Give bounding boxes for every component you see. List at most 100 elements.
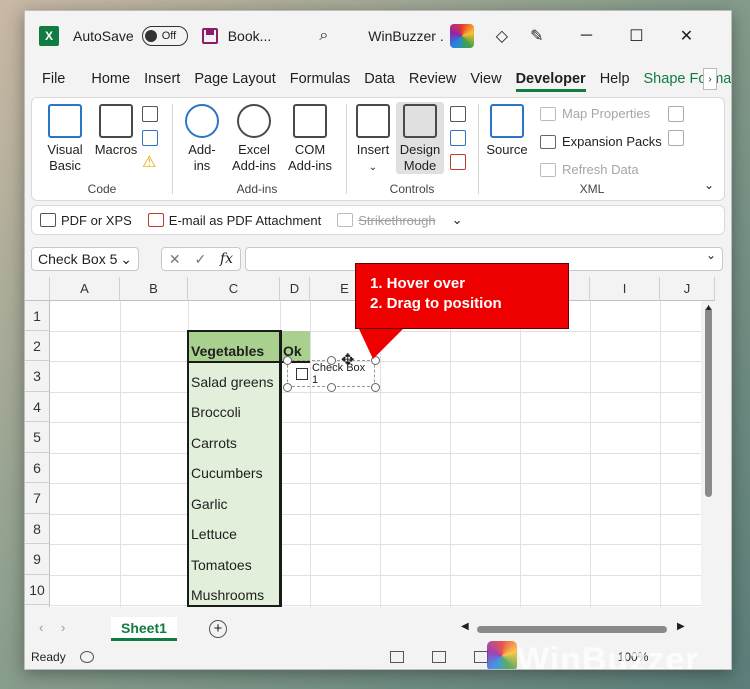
tab-view[interactable]: View [463,71,508,87]
sheet-scroll-right-icon[interactable]: › [61,620,65,635]
horizontal-scroll-thumb[interactable] [477,626,667,633]
run-dialog-icon[interactable] [450,154,466,170]
row-header[interactable]: 5 [25,422,50,453]
hscroll-left-icon[interactable]: ◀ [461,621,469,632]
close-button[interactable]: ✕ [661,26,711,46]
row-header[interactable]: 8 [25,514,50,544]
row-header[interactable]: 4 [25,392,50,422]
expand-formula-bar-icon[interactable]: ⌄ [706,248,716,262]
design-mode-button[interactable]: Design Mode [396,102,444,174]
table-cell-vegetable[interactable]: Garlic [188,483,280,514]
vertical-scroll-thumb[interactable] [705,307,712,497]
email-pdf-button[interactable]: E-mail as PDF Attachment [147,213,321,228]
customize-qat-icon[interactable]: ⌄ [452,212,463,228]
row-header[interactable]: 3 [25,361,50,392]
row-header[interactable]: 6 [25,453,50,483]
row-header[interactable]: 11 [25,605,50,607]
row-header[interactable]: 10 [25,575,50,605]
cancel-icon[interactable]: ✕ [169,251,181,268]
tabs-scroll-right-icon[interactable]: › [703,68,717,90]
table-cell-vegetable[interactable]: Lettuce [188,514,280,544]
maximize-button[interactable]: ☐ [611,26,661,46]
record-macro-icon[interactable] [142,106,158,122]
column-header[interactable]: C [188,277,280,301]
resize-handle[interactable] [283,383,292,392]
excel-add-ins-button[interactable]: Excel Add-ins [228,104,280,174]
column-header[interactable]: B [120,277,188,301]
map-properties-button[interactable]: Map Properties [540,106,650,121]
xml-source-button[interactable]: Source [484,104,530,158]
column-header[interactable]: A [50,277,120,301]
view-code-icon[interactable] [450,130,466,146]
pdf-xps-button[interactable]: PDF or XPS [40,213,132,228]
search-icon[interactable]: ⌕ [319,27,328,45]
properties-icon[interactable] [450,106,466,122]
resize-handle[interactable] [327,356,336,365]
email-pdf-icon [147,213,164,227]
row-header[interactable]: 1 [25,301,50,331]
strikethrough-button[interactable]: Strikethrough [337,213,436,228]
tab-file[interactable]: File [35,71,72,87]
tab-data[interactable]: Data [357,71,402,87]
normal-view-icon[interactable] [389,651,404,663]
column-header[interactable]: D [280,277,310,301]
com-add-ins-button[interactable]: COM Add-ins [284,104,336,174]
autosave-toggle[interactable]: Off [141,26,188,46]
table-cell-vegetable[interactable]: Cucumbers [188,453,280,483]
page-break-view-icon[interactable] [473,651,488,663]
tab-formulas[interactable]: Formulas [283,71,357,87]
tab-insert[interactable]: Insert [137,71,187,87]
workbook-name[interactable]: Book... [228,28,272,44]
relative-references-icon[interactable] [142,130,158,146]
table-header-vegetables[interactable]: Vegetables [188,331,280,361]
accessibility-icon[interactable] [79,651,94,663]
column-header[interactable]: J [660,277,715,301]
tab-page-layout[interactable]: Page Layout [187,71,282,87]
export-icon[interactable] [668,130,684,146]
checkbox-square[interactable] [296,367,308,380]
add-ins-button[interactable]: Add- ins [182,104,222,174]
visual-basic-button[interactable]: Visual Basic [44,104,86,174]
insert-function-icon[interactable]: fx [220,251,233,267]
tab-shape-format[interactable]: Shape Format [637,71,731,87]
tab-home[interactable]: Home [84,71,137,87]
row-header[interactable]: 9 [25,544,50,575]
expansion-packs-button[interactable]: Expansion Packs [540,134,662,149]
macro-security-icon[interactable]: ⚠ [142,152,156,172]
row-header[interactable]: 2 [25,331,50,361]
name-box[interactable]: Check Box 5 ⌄ [31,247,139,271]
insert-control-button[interactable]: Insert ⌄ [352,104,394,176]
page-layout-view-icon[interactable] [431,651,446,663]
table-cell-vegetable[interactable]: Salad greens [188,361,280,392]
sheet-scroll-left-icon[interactable]: ‹ [39,620,43,635]
table-cell-vegetable[interactable]: Mushrooms [188,575,280,605]
tab-help[interactable]: Help [593,71,637,87]
tab-developer[interactable]: Developer [509,71,593,92]
resize-handle[interactable] [327,383,336,392]
account-name[interactable]: WinBuzzer . [368,28,443,44]
diamond-icon[interactable]: ◇ [496,26,508,46]
macros-button[interactable]: Macros [90,104,142,158]
resize-handle[interactable] [371,383,380,392]
table-cell-vegetable[interactable]: Tomatoes [188,544,280,575]
column-header[interactable]: I [590,277,660,301]
pen-icon[interactable]: ✎ [530,26,543,46]
row-header[interactable]: 7 [25,483,50,514]
enter-icon[interactable]: ✓ [194,251,206,268]
tab-review[interactable]: Review [402,71,464,87]
hscroll-right-icon[interactable]: ▶ [677,621,685,632]
collapse-ribbon-icon[interactable]: ⌄ [704,178,714,192]
select-all-corner[interactable] [25,277,50,301]
scroll-up-icon[interactable]: ▲ [704,302,713,312]
minimize-button[interactable]: ─ [561,27,611,45]
save-icon[interactable] [201,28,218,44]
add-sheet-icon[interactable]: + [209,620,227,638]
refresh-data-button[interactable]: Refresh Data [540,162,639,177]
account-avatar[interactable] [449,24,474,48]
table-cell-vegetable[interactable]: Broccoli [188,392,280,422]
macros-icon [99,104,133,138]
import-icon[interactable] [668,106,684,122]
table-cell-vegetable[interactable]: Carrots [188,422,280,453]
sheet-tab-sheet1[interactable]: Sheet1 [111,617,177,641]
resize-handle[interactable] [283,356,292,365]
